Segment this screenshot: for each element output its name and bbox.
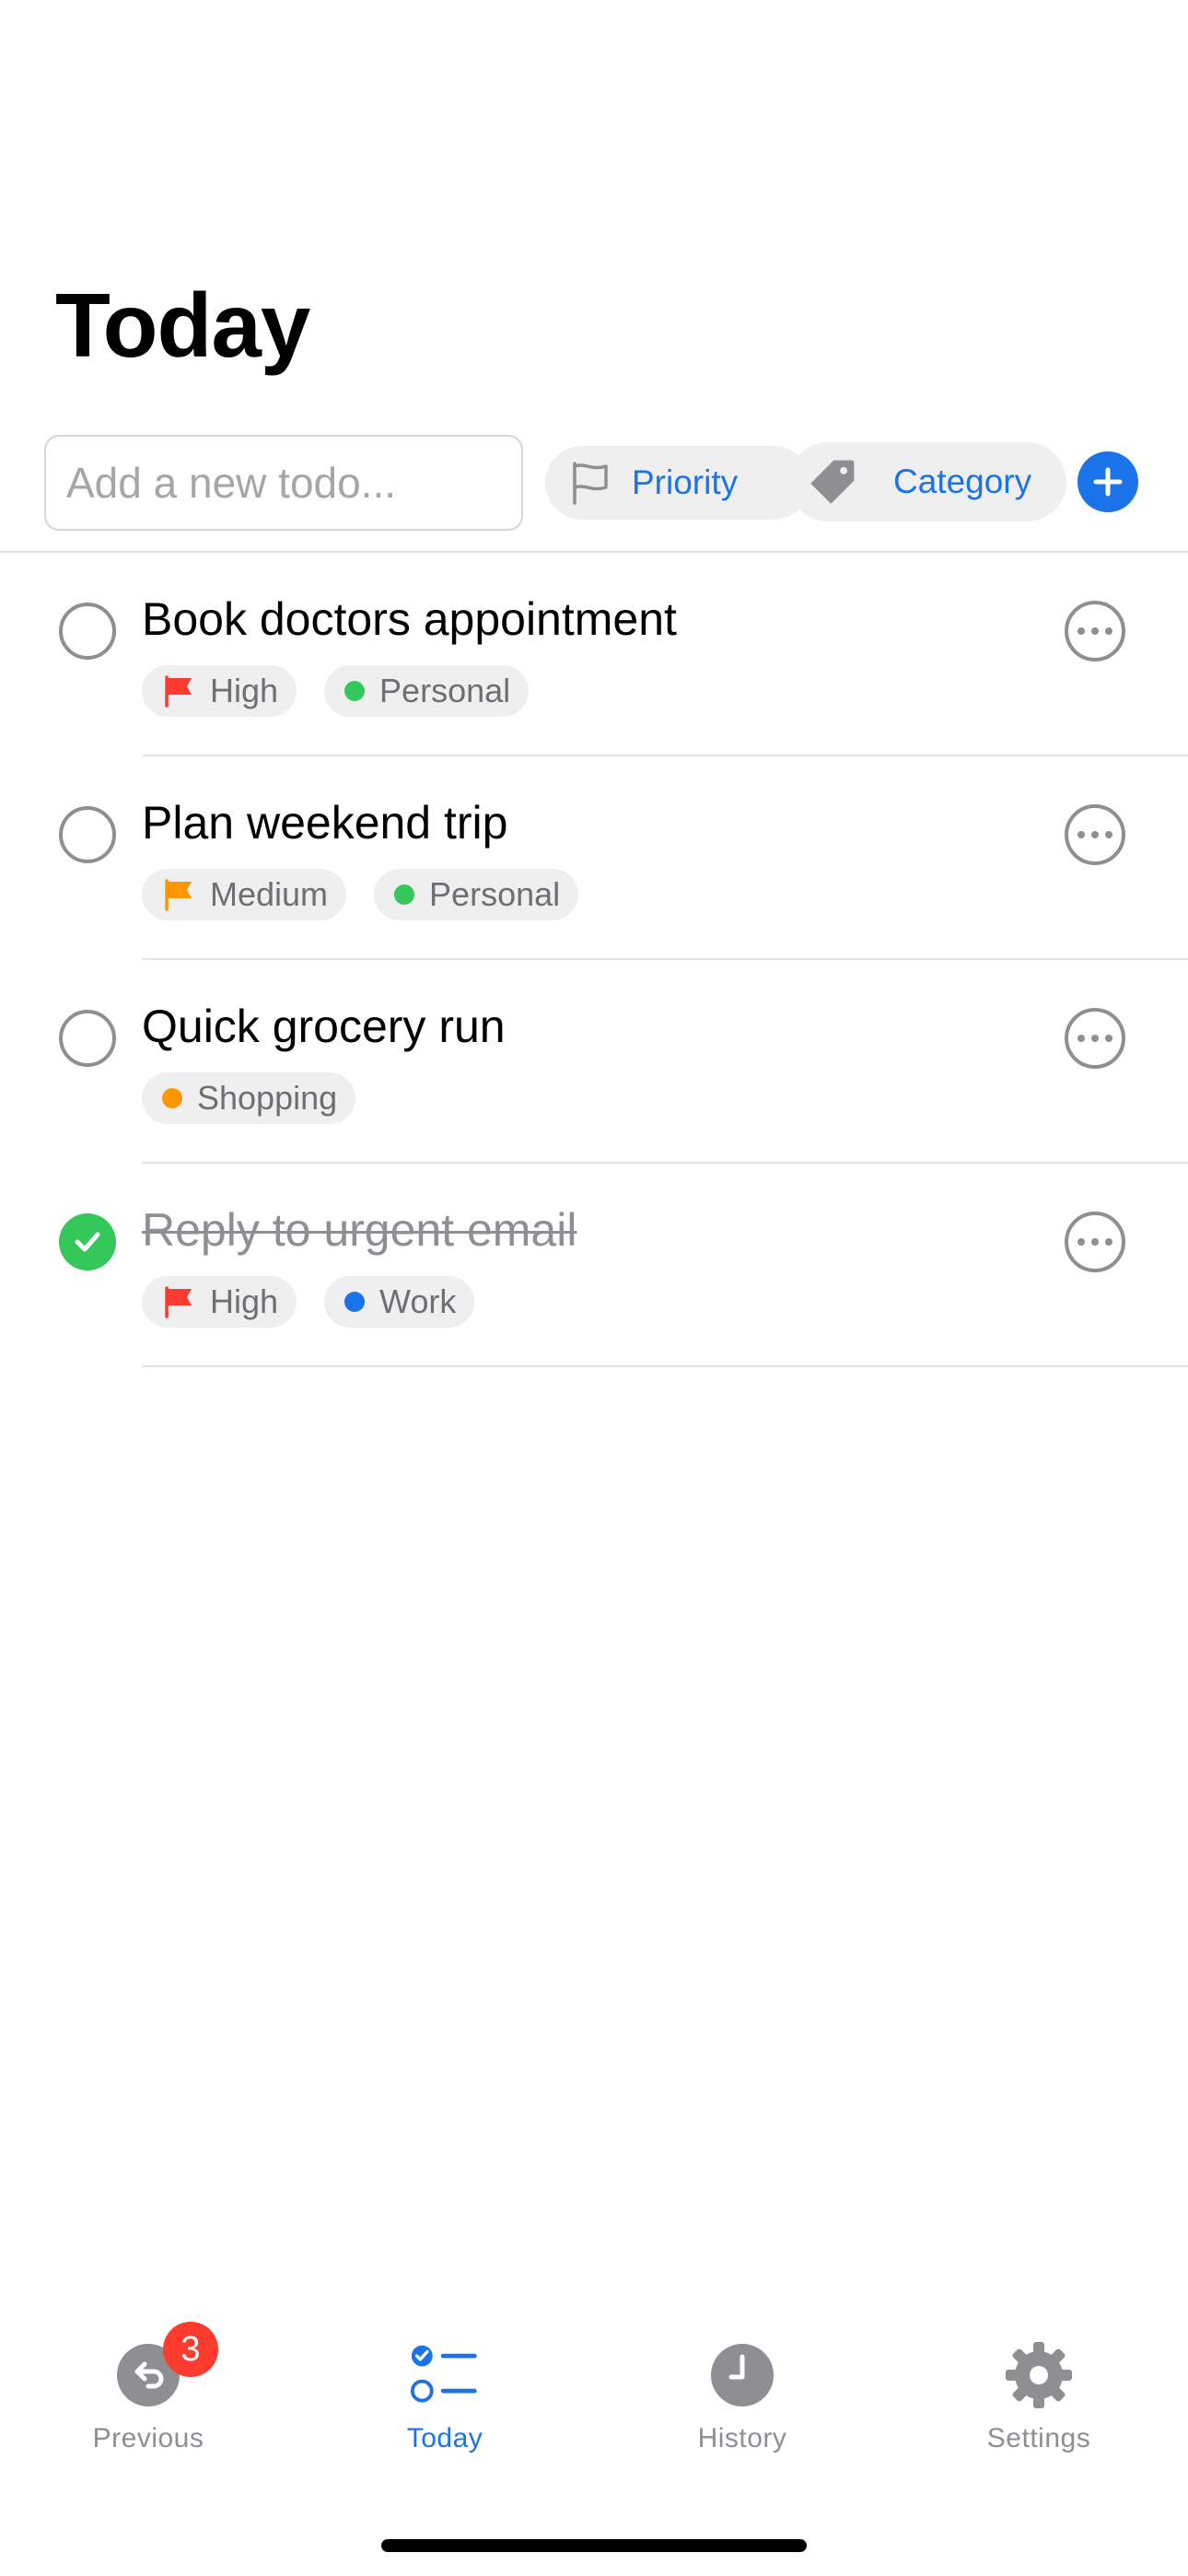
todo-item[interactable]: Quick grocery run Shopping xyxy=(0,960,1188,1164)
tab-bar: 3 Previous Today History Settings xyxy=(0,2322,1188,2506)
priority-button[interactable]: Priority xyxy=(545,446,810,520)
category-tag: Personal xyxy=(374,869,579,920)
more-options-button[interactable] xyxy=(1065,601,1125,662)
clock-icon xyxy=(707,2340,777,2410)
category-tag: Shopping xyxy=(142,1072,356,1124)
priority-tag-label: Medium xyxy=(210,875,329,913)
tab-settings[interactable]: Settings xyxy=(947,2340,1131,2488)
category-tag: Work xyxy=(324,1276,475,1328)
completion-checkbox[interactable] xyxy=(59,1010,116,1067)
priority-tag-label: High xyxy=(210,672,279,709)
tab-previous[interactable]: 3 Previous xyxy=(56,2322,240,2488)
flag-icon xyxy=(165,675,192,708)
todo-list: Book doctors appointment High Personal P… xyxy=(0,553,1188,1367)
category-dot xyxy=(394,884,415,905)
todo-tags: High Work xyxy=(142,1276,475,1328)
priority-tag: High xyxy=(142,1276,297,1328)
category-tag: Personal xyxy=(324,665,530,717)
todo-item[interactable]: Book doctors appointment High Personal xyxy=(0,553,1188,756)
divider xyxy=(142,1365,1188,1367)
completion-checkbox[interactable] xyxy=(59,1213,116,1270)
completion-checkbox[interactable] xyxy=(59,603,116,660)
page-title: Today xyxy=(55,275,310,376)
todo-title: Book doctors appointment xyxy=(142,593,677,645)
tab-label: Today xyxy=(406,2423,483,2453)
tab-today[interactable]: Today xyxy=(353,2340,537,2488)
checklist-icon xyxy=(410,2340,480,2410)
category-dot xyxy=(344,1292,366,1312)
tag-icon xyxy=(809,458,856,506)
todo-tags: High Personal xyxy=(142,665,530,717)
new-todo-input[interactable] xyxy=(44,435,523,531)
todo-title: Quick grocery run xyxy=(142,1001,506,1052)
priority-tag: Medium xyxy=(142,869,347,920)
notification-badge: 3 xyxy=(163,2322,218,2377)
category-button[interactable]: Category xyxy=(788,442,1066,521)
add-todo-button[interactable] xyxy=(1077,451,1138,512)
category-dot xyxy=(344,681,366,701)
more-options-button[interactable] xyxy=(1065,804,1125,865)
plus-icon xyxy=(1093,467,1123,497)
tab-label: Settings xyxy=(986,2423,1091,2453)
return-arrow-icon: 3 xyxy=(113,2322,218,2410)
priority-button-label: Priority xyxy=(632,463,739,501)
category-button-label: Category xyxy=(893,463,1032,500)
category-dot xyxy=(162,1088,182,1108)
flag-icon xyxy=(165,1286,192,1318)
add-todo-toolbar: Priority Category xyxy=(44,435,1188,531)
category-tag-label: Work xyxy=(379,1282,457,1320)
completion-checkbox[interactable] xyxy=(59,806,116,863)
priority-tag: High xyxy=(142,665,297,717)
tab-label: Previous xyxy=(92,2423,204,2453)
todo-tags: Medium Personal xyxy=(142,869,579,920)
tab-history[interactable]: History xyxy=(650,2340,834,2488)
category-tag-label: Shopping xyxy=(197,1079,338,1117)
todo-item[interactable]: Reply to urgent email High Work xyxy=(0,1164,1188,1367)
category-tag-label: Personal xyxy=(379,672,511,709)
flag-outline-icon xyxy=(565,459,613,507)
home-indicator xyxy=(381,2539,807,2552)
more-options-button[interactable] xyxy=(1065,1212,1125,1272)
tab-label: History xyxy=(697,2423,787,2453)
todo-item[interactable]: Plan weekend trip Medium Personal xyxy=(0,756,1188,960)
todo-tags: Shopping xyxy=(142,1072,356,1124)
gear-icon xyxy=(1004,2340,1074,2410)
flag-icon xyxy=(165,879,192,911)
more-options-button[interactable] xyxy=(1065,1008,1125,1069)
category-tag-label: Personal xyxy=(429,875,561,913)
todo-title: Plan weekend trip xyxy=(142,797,508,849)
app-root: Today Priority Category xyxy=(0,0,1188,2576)
priority-tag-label: High xyxy=(210,1282,279,1320)
checkmark-icon xyxy=(75,1232,100,1252)
todo-title: Reply to urgent email xyxy=(142,1204,577,1256)
